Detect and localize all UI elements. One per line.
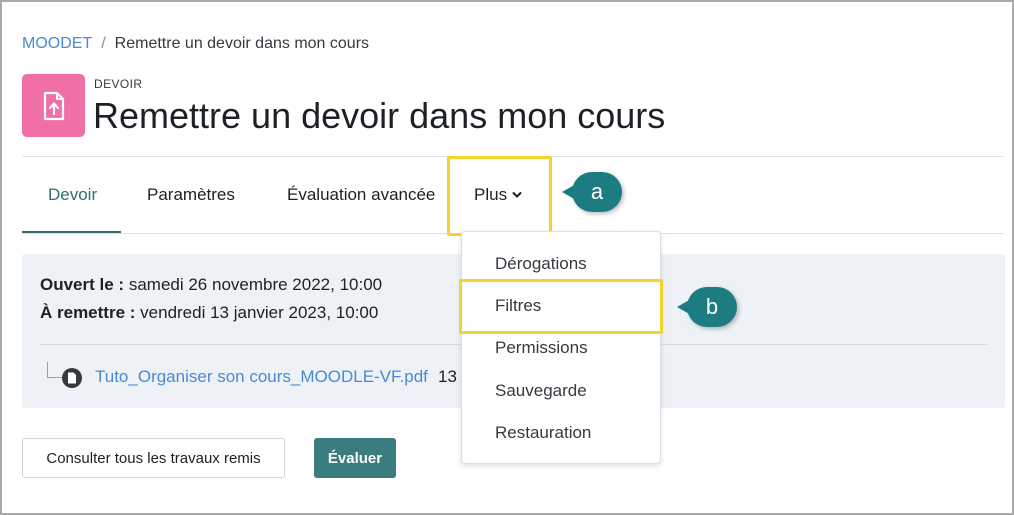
plus-dropdown-menu: Dérogations Filtres Permissions Sauvegar… [461, 231, 661, 464]
assignment-upload-icon [22, 74, 85, 137]
highlight-box-plus [447, 156, 552, 236]
menu-item-derogations[interactable]: Dérogations [495, 254, 587, 274]
attachment-file-size: 13 [438, 367, 457, 386]
tab-parametres[interactable]: Paramètres [147, 185, 235, 205]
grade-button[interactable]: Évaluer [314, 438, 396, 478]
tab-devoir[interactable]: Devoir [48, 185, 97, 205]
attachment-file-link[interactable]: Tuto_Organiser son cours_MOODLE-VF.pdf [95, 367, 428, 387]
menu-item-permissions[interactable]: Permissions [495, 338, 588, 358]
breadcrumb: MOODET / Remettre un devoir dans mon cou… [22, 35, 369, 53]
menu-item-sauvegarde[interactable]: Sauvegarde [495, 381, 587, 401]
opened-value: samedi 26 novembre 2022, 10:00 [128, 275, 383, 294]
highlight-box-filtres [459, 279, 663, 334]
due-value: vendredi 13 janvier 2023, 10:00 [140, 303, 379, 322]
opened-label: Ouvert le : [40, 275, 125, 294]
callout-a-badge: a [572, 172, 622, 212]
breadcrumb-current: Remettre un devoir dans mon cours [114, 35, 370, 52]
view-all-submissions-button[interactable]: Consulter tous les travaux remis [22, 438, 285, 478]
activity-type-label: DEVOIR [94, 77, 143, 91]
callout-b: b [677, 287, 737, 327]
page-title: Remettre un devoir dans mon cours [93, 95, 666, 136]
tree-connector [47, 362, 63, 378]
callout-a: a [562, 172, 622, 212]
due-label: À remettre : [40, 303, 136, 322]
opened-date: Ouvert le : samedi 26 novembre 2022, 10:… [40, 275, 382, 295]
breadcrumb-separator: / [101, 35, 106, 52]
due-date: À remettre : vendredi 13 janvier 2023, 1… [40, 303, 378, 323]
callout-b-badge: b [687, 287, 737, 327]
tab-evaluation-avancee[interactable]: Évaluation avancée [287, 185, 435, 205]
pdf-file-icon [62, 368, 82, 388]
breadcrumb-course-link[interactable]: MOODET [22, 35, 92, 53]
menu-item-restauration[interactable]: Restauration [495, 423, 591, 443]
